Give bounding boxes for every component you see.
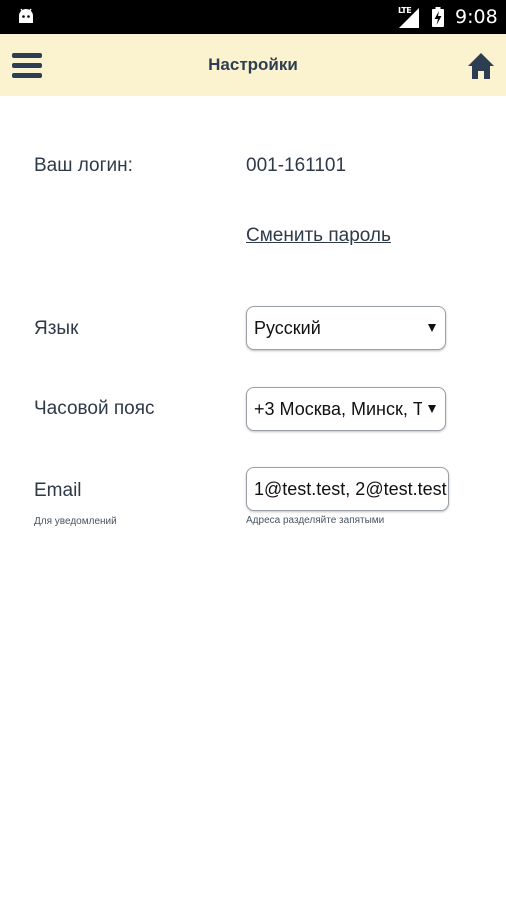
language-selected-value: Русский <box>254 318 321 338</box>
clock: 9:08 <box>455 6 498 28</box>
timezone-select[interactable]: +3 Москва, Минск, Т <box>246 387 446 431</box>
dropdown-arrow-icon <box>428 405 436 413</box>
language-select[interactable]: Русский <box>246 306 446 350</box>
page-title: Настройки <box>208 55 298 74</box>
language-label: Язык <box>34 318 79 339</box>
android-notification-icon <box>19 8 33 23</box>
login-value: 001-161101 <box>246 155 347 176</box>
hamburger-menu-icon[interactable] <box>12 51 42 81</box>
timezone-selected-value: +3 Москва, Минск, Т <box>254 399 422 419</box>
timezone-label: Часовой пояс <box>34 398 155 419</box>
login-label: Ваш логин: <box>34 155 133 176</box>
status-bar: LTE 9:08 <box>0 0 506 34</box>
email-input[interactable] <box>247 468 448 510</box>
change-password-link[interactable]: Сменить пароль <box>246 225 391 247</box>
email-label: Email <box>34 480 82 501</box>
dropdown-arrow-icon <box>428 324 436 332</box>
signal-strength-icon <box>399 8 419 28</box>
battery-charging-icon <box>432 7 444 27</box>
email-sub-hint: Для уведомлений <box>34 516 117 527</box>
email-hint: Адреса разделяйте запятыми <box>246 515 385 526</box>
app-bar: Настройки <box>0 34 506 96</box>
home-icon[interactable] <box>467 52 495 80</box>
email-field-wrapper <box>246 467 449 511</box>
